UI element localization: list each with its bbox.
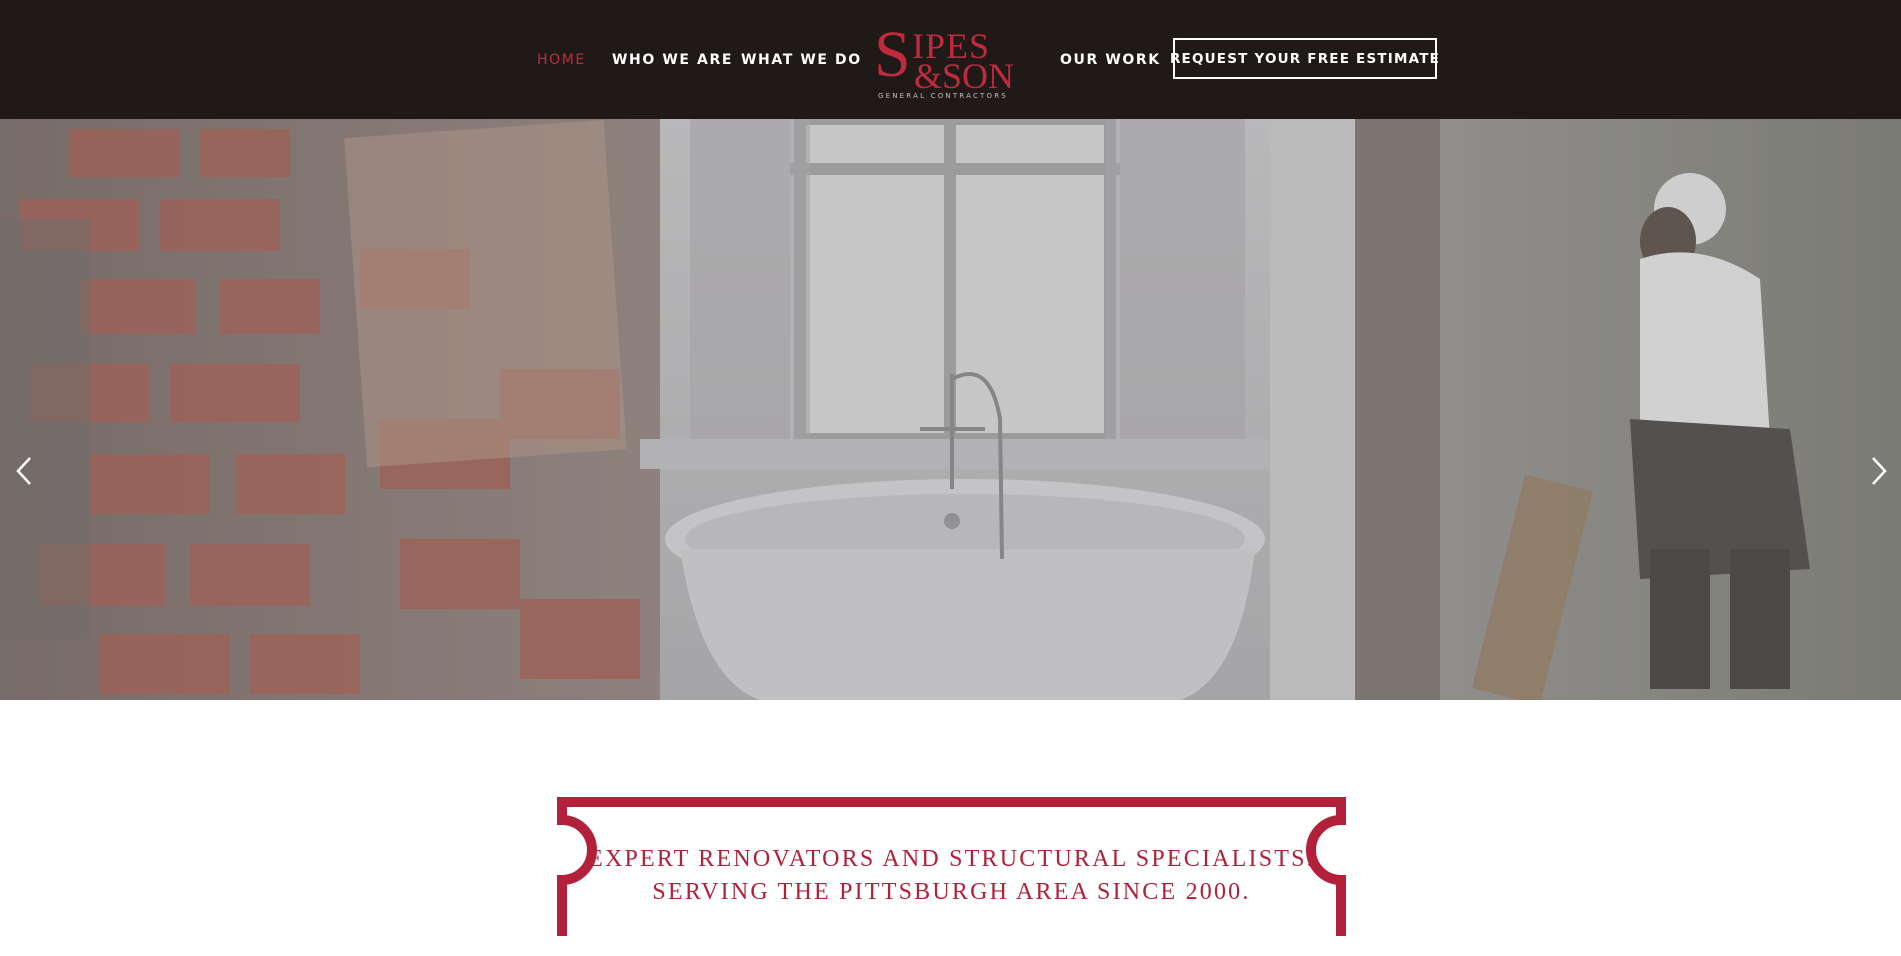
chevron-right-icon	[1872, 457, 1887, 485]
site-logo[interactable]: S IPES &SON GENERAL CONTRACTORS	[870, 14, 1030, 102]
site-header: HOME WHO WE ARE WHAT WE DO S IPES &SON G…	[0, 0, 1901, 119]
nav-home[interactable]: HOME	[537, 52, 586, 68]
nav-what-we-do[interactable]: WHAT WE DO	[741, 52, 862, 68]
tagline-frame	[557, 797, 1346, 936]
logo-subtitle: GENERAL CONTRACTORS	[878, 92, 1008, 100]
hero-slider[interactable]	[0, 119, 1901, 700]
tagline-box: EXPERT RENOVATORS AND STRUCTURAL SPECIAL…	[556, 796, 1347, 956]
tagline-line-2: SERVING THE PITTSBURGH AREA SINCE 2000.	[652, 879, 1251, 905]
logo-word-son: &SON	[914, 56, 1014, 96]
nav-our-work[interactable]: OUR WORK	[1060, 52, 1161, 68]
slider-next-button[interactable]	[1861, 453, 1897, 489]
hero-image	[0, 119, 1901, 700]
logo-letter-s: S	[874, 18, 911, 91]
slider-prev-button[interactable]	[6, 453, 42, 489]
chevron-left-icon	[16, 457, 31, 485]
tagline-line-1: EXPERT RENOVATORS AND STRUCTURAL SPECIAL…	[588, 846, 1315, 872]
request-estimate-button[interactable]: REQUEST YOUR FREE ESTIMATE	[1170, 38, 1439, 79]
nav-who-we-are[interactable]: WHO WE ARE	[612, 52, 733, 68]
